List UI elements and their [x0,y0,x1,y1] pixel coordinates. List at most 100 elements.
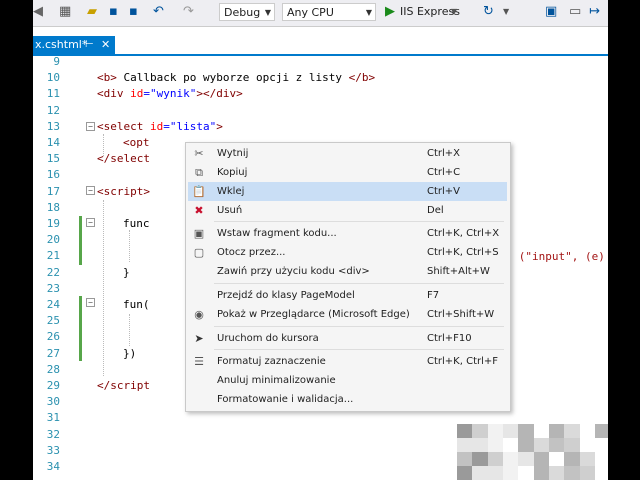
line-number: 13 [46,119,60,133]
change-indicator [79,216,82,265]
line-number: 9 [53,55,60,68]
menu-item-label: Przejdź do klasy PageModel [217,290,355,301]
code-token: ="lista" [163,119,217,133]
configuration-value: Debug [224,6,261,19]
layout-icon[interactable]: ▭ [569,4,581,20]
mosaic-cell [518,424,534,438]
dropdown-icon[interactable]: ▼ [503,4,509,20]
run-to-cursor-icon: ➤ [194,332,204,345]
code-token: ="wynik" [143,87,197,101]
back-icon[interactable]: ◀ [33,4,43,20]
code-line: <select id="lista"> [97,119,223,135]
menu-item-shortcut: Shift+Alt+W [427,266,490,277]
fold-toggle-icon[interactable]: − [86,186,95,195]
menu-item-shortcut: Ctrl+K, Ctrl+X [427,228,500,239]
line-number: 24 [46,298,60,311]
menu-item-shortcut: Ctrl+Shift+W [427,309,495,320]
undo-icon[interactable]: ↶ [153,4,164,20]
menu-item[interactable]: 📋 Wklej Ctrl+V [188,182,507,201]
close-icon[interactable]: ✕ [101,36,110,54]
run-chevron-icon[interactable]: ▼ [451,4,457,20]
menu-item[interactable]: Zawiń przy użyciu kodu <div> Shift+Alt+W [188,262,507,281]
menu-separator [214,326,504,327]
code-token: ></div> [196,87,243,101]
indent-guide [129,230,130,262]
run-icon[interactable]: ▶ [385,4,395,20]
line-number: 11 [46,87,60,101]
mosaic-cell [564,452,580,466]
open-folder-icon[interactable]: ▰ [87,4,97,20]
line-number: 14 [46,136,60,149]
menu-item[interactable]: Anuluj minimalizowanie [188,371,507,390]
platform-value: Any CPU [287,6,334,19]
menu-item-shortcut: Ctrl+X [427,148,461,159]
line-number: 29 [46,379,60,392]
menu-item[interactable]: ✂ Wytnij Ctrl+X [188,144,507,163]
menu-item-label: Otocz przez... [217,247,286,258]
tab-title: x.cshtml* [35,38,88,51]
code-line: </select [97,151,150,167]
mosaic-cell [502,452,519,466]
pixelated-overlay [457,424,608,480]
menu-item[interactable]: ▢ Otocz przez... Ctrl+K, Ctrl+S [188,243,507,262]
code-token: > [216,119,223,133]
scissors-icon: ✂ [194,147,204,160]
menu-item[interactable]: Formatowanie i walidacja... [188,390,507,409]
menu-item-shortcut: Del [427,205,444,216]
mosaic-cell [502,424,519,438]
code-line: func [123,216,150,232]
mosaic-cell [579,424,595,438]
mosaic-cell [457,424,473,438]
menu-item-label: Wstaw fragment kodu... [217,228,337,239]
menu-item[interactable]: ➤ Uruchom do kursora Ctrl+F10 [188,329,507,348]
mosaic-cell [502,438,519,452]
fold-toggle-icon[interactable]: − [86,122,95,131]
menu-item-label: Uruchom do kursora [217,333,319,344]
save-all-icon[interactable]: ▪ [129,4,138,20]
fold-toggle-icon[interactable]: − [86,298,95,307]
line-number: 16 [46,168,60,182]
line-number: 20 [46,233,60,247]
code-token: }) [123,346,137,360]
menu-item-label: Formatowanie i walidacja... [217,394,354,405]
menu-item-label: Pokaż w Przeglądarce (Microsoft Edge) [217,309,410,320]
menu-item-label: Wytnij [217,148,249,159]
menu-item[interactable]: ◉ Pokaż w Przeglądarce (Microsoft Edge) Ct… [188,305,507,324]
line-number: 26 [46,330,60,344]
chevron-down-icon: ▼ [365,8,372,17]
code-token: </b> [348,71,376,85]
pin-icon[interactable]: ⊢ [85,36,94,54]
mosaic-cell [457,438,473,452]
mosaic-cell [472,438,488,452]
code-token: </script [97,379,150,392]
code-token: > [143,184,150,198]
tab-active-file[interactable]: x.cshtml* ⊢ ✕ [33,36,115,54]
code-token: func [123,217,150,230]
mosaic-cell [533,438,549,452]
snippet-icon: ▣ [193,227,205,240]
menu-item[interactable]: Przejdź do klasy PageModel F7 [188,286,507,305]
line-number: 34 [46,460,60,473]
menu-item[interactable]: ✖ Usuń Del [188,201,507,220]
save-icon[interactable]: ▪ [109,4,118,20]
code-token: <select [97,119,144,133]
configuration-dropdown[interactable]: Debug ▼ [219,3,275,21]
mosaic-cell [594,438,608,452]
menu-item-label: Formatuj zaznaczenie [217,356,326,367]
mosaic-cell [579,438,595,452]
browser-link-icon[interactable]: ▣ [545,4,557,20]
redo-icon[interactable]: ↷ [183,4,194,20]
platform-dropdown[interactable]: Any CPU ▼ [282,3,376,21]
refresh-icon[interactable]: ↻ [483,4,494,20]
document-tabs: x.cshtml* ⊢ ✕ [33,36,608,56]
arrow-icon[interactable]: ↦ [589,4,600,20]
fold-toggle-icon[interactable]: − [86,218,95,227]
menu-item[interactable]: ▣ Wstaw fragment kodu... Ctrl+K, Ctrl+X [188,224,507,243]
context-menu: ✂ Wytnij Ctrl+X ⧉ Kopiuj Ctrl+C 📋 Wklej Ctrl+V ✖ U… [185,142,511,412]
line-number: 18 [46,200,60,214]
menu-item[interactable]: ⧉ Kopiuj Ctrl+C [188,163,507,182]
new-project-icon[interactable]: ▦ [59,4,71,20]
menu-item[interactable]: ☰ Formatuj zaznaczenie Ctrl+K, Ctrl+F [188,352,507,371]
code-token: </select [97,152,150,166]
